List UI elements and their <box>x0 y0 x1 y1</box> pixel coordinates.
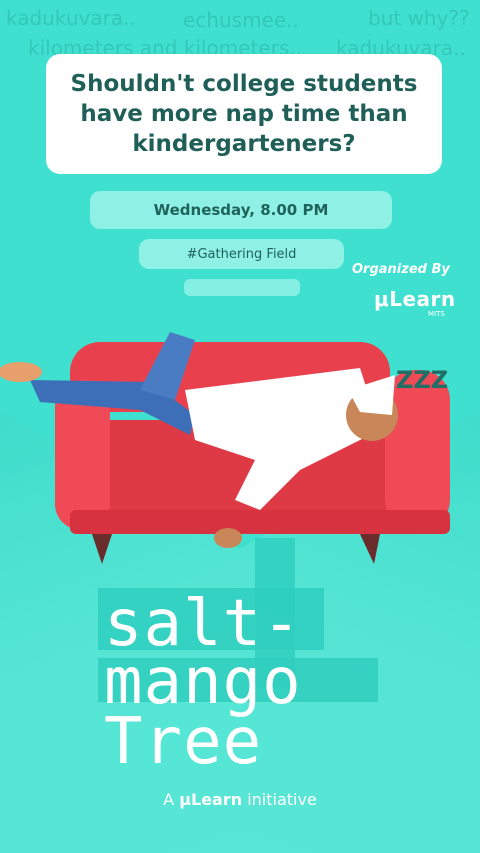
sofa-base <box>70 510 450 534</box>
bg-word-1: kadukuvara.. <box>6 6 136 30</box>
event-date-text: Wednesday, 8.00 PM <box>153 201 329 219</box>
question-text: Shouldn't college students have more nap… <box>70 71 418 157</box>
footer-prefix: A <box>163 790 175 809</box>
footer-brand: μLearn <box>179 790 243 809</box>
organizer-logo: μLearn <box>374 287 456 311</box>
organized-by-label: Organized By <box>352 262 450 277</box>
sleeping-on-sofa-illustration: ZZZ <box>0 332 450 564</box>
title-line-3: Tree <box>104 705 263 779</box>
person-hand <box>214 528 242 548</box>
footer-suffix: initiative <box>247 790 317 809</box>
organizer-chapter: MITS <box>428 310 445 318</box>
bg-word-2: echusmee.. <box>183 8 299 32</box>
empty-pill <box>184 279 300 296</box>
sleep-zzz-text: ZZZ <box>396 366 448 394</box>
sofa-leg-left <box>92 534 112 564</box>
person-foot-left <box>0 362 42 382</box>
event-date-pill: Wednesday, 8.00 PM <box>90 191 392 229</box>
sofa-arm-right <box>385 370 450 530</box>
event-venue-text: #Gathering Field <box>186 246 297 262</box>
footer-tagline: A μLearn initiative <box>0 790 480 809</box>
sofa-leg-right <box>360 534 380 564</box>
question-card: Shouldn't college students have more nap… <box>46 54 442 174</box>
bg-word-3: but why?? <box>368 6 470 30</box>
event-venue-pill: #Gathering Field <box>139 239 344 269</box>
